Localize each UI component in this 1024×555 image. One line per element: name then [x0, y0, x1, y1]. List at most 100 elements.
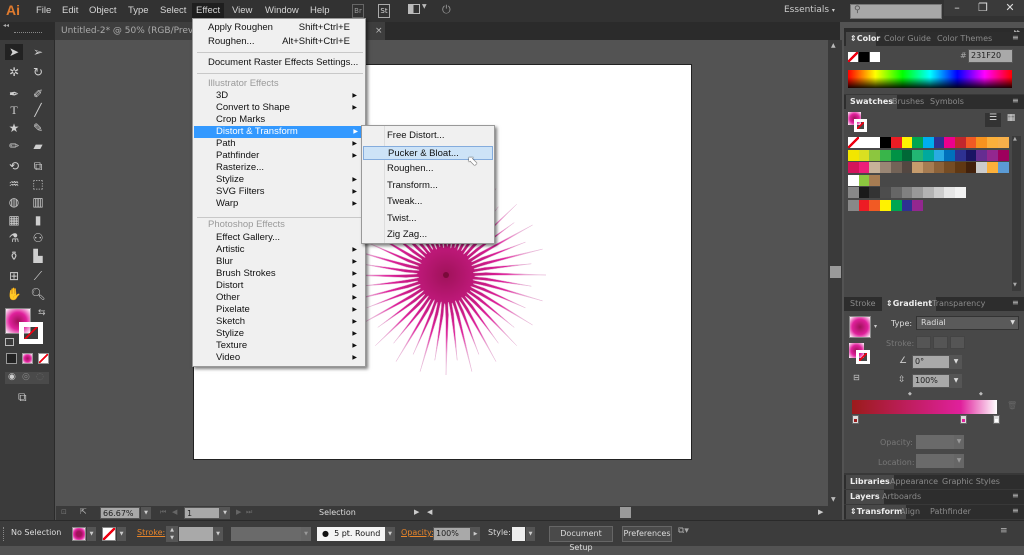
stop-location-input[interactable] [916, 454, 954, 468]
artboard-dropdown[interactable]: ▼ [220, 507, 230, 519]
color-swatch[interactable] [869, 162, 881, 173]
stroke-across-icon[interactable] [950, 336, 965, 349]
star-tool-icon[interactable]: ★ [5, 120, 23, 136]
eyedropper-tool-icon[interactable]: ⚗ [5, 230, 23, 246]
color-swatch[interactable] [955, 149, 966, 161]
screen-mode-icon[interactable]: ⧉ [18, 390, 27, 405]
artboard-tool-icon[interactable]: ⊞ [5, 268, 23, 284]
magic-wand-tool-icon[interactable]: ✲ [5, 64, 23, 80]
submenu-item-tweak[interactable]: Tweak... [363, 195, 493, 209]
menu-item-ps-brush-strokes[interactable]: Brush Strokes ▶ [193, 268, 363, 280]
line-tool-icon[interactable]: ╱ [29, 102, 47, 118]
artboard-nav-icon[interactable]: ⊡ [61, 508, 67, 516]
selection-tool-icon[interactable]: ➤ [5, 44, 23, 60]
color-swatch[interactable] [858, 137, 870, 148]
color-swatch[interactable] [976, 162, 988, 173]
menu-window[interactable]: Window [265, 5, 299, 16]
white-color-icon[interactable] [870, 52, 880, 62]
hex-input[interactable]: 231F20 [968, 49, 1013, 63]
zoom-dropdown[interactable]: ▼ [141, 507, 151, 519]
color-swatch[interactable] [890, 137, 902, 148]
stop-opacity-input[interactable] [916, 435, 954, 449]
aspect-ratio-input[interactable]: 100% [912, 374, 950, 388]
zoom-tool-icon[interactable]: 🔍︎ [29, 286, 47, 302]
color-swatch[interactable] [922, 162, 934, 173]
color-swatch[interactable] [848, 137, 859, 148]
brush-dropdown[interactable]: ▼ [385, 527, 395, 541]
color-swatch[interactable] [987, 149, 999, 161]
style-dropdown[interactable]: ▼ [526, 527, 535, 541]
arrange-documents-icon[interactable]: ▼ [408, 3, 428, 16]
mesh-tool-icon[interactable]: ▦ [5, 212, 23, 228]
color-swatch[interactable] [848, 162, 859, 173]
panel-menu-icon[interactable]: ≡ [1012, 491, 1019, 500]
close-tab-icon[interactable]: × [375, 22, 383, 40]
gradient-stop[interactable] [852, 415, 859, 424]
opacity-label[interactable]: Opacity: [401, 528, 434, 537]
menu-item-ps-texture[interactable]: Texture ▶ [193, 340, 363, 352]
tab-graphic-styles[interactable]: Graphic Styles [938, 475, 1004, 489]
menu-file[interactable]: File [36, 5, 51, 16]
color-swatch[interactable] [955, 187, 966, 198]
stroke-swatch[interactable] [102, 527, 116, 541]
last-artboard-icon[interactable]: ⏭ [246, 508, 252, 517]
color-swatch[interactable] [944, 149, 956, 161]
tab-color-themes[interactable]: Color Themes [933, 32, 996, 46]
color-swatch[interactable] [901, 187, 913, 198]
color-swatch[interactable] [848, 199, 859, 211]
color-swatch[interactable] [912, 149, 924, 161]
gradient-slider[interactable] [852, 400, 997, 414]
submenu-item-zig-zag[interactable]: Zig Zag... [363, 228, 493, 242]
black-color-icon[interactable] [859, 52, 869, 62]
menu-item-warp[interactable]: Warp ▶ [193, 198, 363, 210]
restore-button[interactable]: ❐ [970, 0, 996, 16]
tab-artboards[interactable]: Artboards [878, 490, 925, 504]
color-swatch[interactable] [933, 187, 945, 198]
type-tool-icon[interactable]: T [5, 102, 23, 118]
menu-item-ps-other[interactable]: Other ▶ [193, 292, 363, 304]
menu-item-pathfinder[interactable]: Pathfinder ▶ [193, 150, 363, 162]
gradient-presets-icon[interactable]: ▾ [874, 323, 877, 330]
eraser-tool-icon[interactable]: ▰ [29, 138, 47, 154]
scroll-up-icon[interactable]: ▲ [831, 42, 836, 49]
color-swatch[interactable] [848, 174, 859, 186]
color-swatch[interactable] [912, 199, 924, 211]
menu-item-apply-roughen[interactable]: Apply Roughen Shift+Ctrl+E [208, 22, 358, 34]
menu-view[interactable]: View [232, 5, 252, 16]
color-swatch[interactable] [858, 149, 870, 161]
gradient-mode-icon[interactable] [22, 353, 33, 364]
gradient-tool-icon[interactable]: ▮ [29, 212, 47, 228]
column-graph-tool-icon[interactable]: ▙ [29, 248, 47, 264]
menu-item-ps-effect-gallery-[interactable]: Effect Gallery... [193, 232, 363, 244]
tab-color[interactable]: ⇕Color [846, 32, 880, 46]
submenu-item-transform[interactable]: Transform... [363, 179, 493, 193]
color-swatch[interactable] [880, 162, 892, 173]
none-color-icon[interactable] [848, 52, 858, 62]
menu-item-ps-pixelate[interactable]: Pixelate ▶ [193, 304, 363, 316]
grip-icon[interactable] [3, 527, 5, 541]
menu-item-ps-sketch[interactable]: Sketch ▶ [193, 316, 363, 328]
gradient-stroke-indicator[interactable] [856, 350, 870, 364]
pencil-tool-icon[interactable]: ✏ [5, 138, 23, 154]
menu-item-ps-video[interactable]: Video ▶ [193, 352, 363, 364]
color-swatch[interactable] [922, 187, 934, 198]
submenu-item-twist[interactable]: Twist... [363, 212, 493, 226]
color-swatch[interactable] [912, 187, 924, 198]
menu-item-raster-settings[interactable]: Document Raster Effects Settings... [208, 57, 358, 69]
curvature-tool-icon[interactable]: ✐ [29, 86, 47, 102]
menu-edit[interactable]: Edit [62, 5, 78, 16]
control-bar-menu-icon[interactable]: ≡ [1000, 526, 1008, 536]
menu-help[interactable]: Help [310, 5, 330, 16]
menu-item-crop-marks[interactable]: Crop Marks [193, 114, 363, 126]
color-swatch[interactable] [997, 137, 1009, 148]
fill-dropdown[interactable]: ▼ [87, 527, 96, 541]
menu-item-roughen[interactable]: Roughen... Alt+Shift+Ctrl+E [208, 36, 358, 48]
menu-item-ps-blur[interactable]: Blur ▶ [193, 256, 363, 268]
default-colors-icon[interactable] [5, 338, 14, 346]
color-swatch[interactable] [858, 199, 870, 211]
gradient-align-icon[interactable]: ⊟ [853, 373, 860, 382]
document-setup-button[interactable]: Document Setup [549, 526, 613, 552]
variable-width-profile[interactable] [231, 527, 301, 541]
warp-tool-icon[interactable]: ♒ [5, 176, 23, 192]
color-swatch[interactable] [901, 162, 913, 173]
